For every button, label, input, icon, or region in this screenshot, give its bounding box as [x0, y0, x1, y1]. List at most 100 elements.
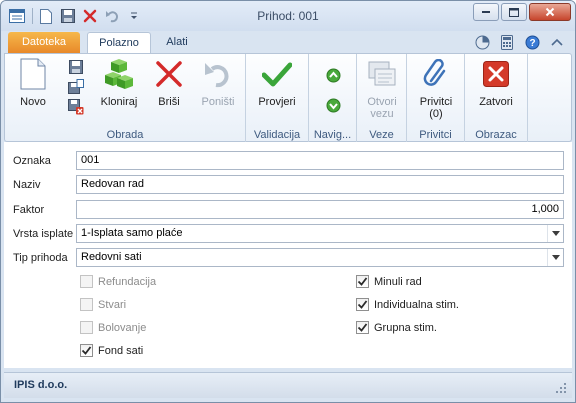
provjeri-button[interactable]: Provjeri: [252, 58, 302, 108]
faktor-label: Faktor: [13, 204, 45, 216]
group-veze-label: Veze: [369, 129, 394, 141]
chevron-down-icon[interactable]: [547, 225, 563, 242]
individualna-stim-checkbox[interactable]: Individualna stim.: [356, 298, 459, 311]
kloniraj-button[interactable]: Kloniraj: [96, 58, 142, 108]
otvori-vezu-label-2: vezu: [370, 108, 394, 120]
group-obrazac: Zatvori Obrazac: [465, 54, 528, 143]
clone-cubes-icon: [103, 58, 135, 90]
group-obrazac-label: Obrazac: [475, 129, 517, 141]
fond-sati-label: Fond sati: [98, 344, 144, 357]
checkmark-icon: [357, 300, 368, 309]
help-icon[interactable]: ?: [524, 34, 540, 50]
individualna-stim-label: Individualna stim.: [374, 298, 459, 311]
checkbox-box: [80, 298, 93, 311]
minuli-rad-label: Minuli rad: [374, 275, 422, 288]
grupna-stim-checkbox[interactable]: Grupna stim.: [356, 321, 437, 334]
group-validacija-label: Validacija: [253, 129, 301, 141]
close-window-button[interactable]: [529, 3, 571, 21]
pie-chart-icon[interactable]: [474, 34, 490, 50]
oznaka-label: Oznaka: [13, 155, 51, 167]
checkbox-box[interactable]: [80, 344, 93, 357]
privitci-button[interactable]: Privitci (0): [413, 58, 459, 120]
naziv-field[interactable]: Redovan rad: [76, 175, 564, 194]
refundacija-label: Refundacija: [98, 275, 157, 288]
maximize-button[interactable]: [501, 3, 527, 21]
bolovanje-label: Bolovanje: [98, 321, 147, 334]
group-obrada: Novo Kloniraj Briši Poništi Obrada: [5, 54, 246, 143]
svg-text:?: ?: [529, 38, 535, 49]
provjeri-label: Provjeri: [258, 96, 296, 108]
tab-polazno[interactable]: Polazno: [87, 32, 151, 53]
naziv-label: Naziv: [13, 179, 41, 191]
ponisti-button: Poništi: [195, 58, 241, 108]
vrsta-isplate-value: 1-Isplata samo plaće: [81, 227, 183, 239]
vrsta-isplate-label: Vrsta isplate: [13, 228, 74, 240]
tip-prihoda-select[interactable]: Redovni sati: [76, 248, 564, 267]
linked-documents-icon: [366, 58, 398, 90]
zatvori-label: Zatvori: [479, 96, 513, 108]
kloniraj-label: Kloniraj: [100, 96, 138, 108]
company-name: IPIS d.o.o.: [14, 379, 68, 391]
checkbox-box[interactable]: [356, 275, 369, 288]
save-and-close-button[interactable]: [67, 98, 85, 116]
otvori-vezu-label-1: Otvori: [367, 96, 397, 108]
zatvori-button[interactable]: Zatvori: [471, 58, 521, 108]
checkmark-icon: [357, 277, 368, 286]
chevron-down-icon[interactable]: [547, 249, 563, 266]
ribbon: Novo Kloniraj Briši Poništi Obrada Provj…: [4, 53, 572, 143]
novo-button[interactable]: Novo: [11, 58, 55, 108]
checkbox-box[interactable]: [356, 298, 369, 311]
group-navigacija-label: Navig...: [313, 129, 352, 141]
calculator-icon[interactable]: [499, 34, 515, 50]
tab-alati[interactable]: Alati: [157, 32, 197, 53]
checkmark-icon: [357, 323, 368, 332]
window: Prihod: 001 Datoteka Polazno Alati ? Nov…: [0, 0, 576, 403]
save-new-icon: [68, 79, 84, 94]
arrow-down-icon: [326, 98, 340, 112]
checkmark-icon: [261, 58, 293, 90]
group-navigacija: Navig...: [309, 54, 357, 143]
otvori-vezu-button: Otvori vezu: [360, 58, 404, 120]
status-bar: IPIS d.o.o.: [4, 372, 572, 398]
save-icon: [69, 60, 83, 74]
navigate-down-button[interactable]: [324, 96, 342, 114]
group-privitci-label: Privitci: [419, 129, 452, 141]
ribbon-tabs: Datoteka Polazno Alati ?: [1, 31, 575, 53]
save-and-new-button[interactable]: [67, 78, 85, 96]
checkbox-box[interactable]: [356, 321, 369, 334]
group-validacija: Provjeri Validacija: [246, 54, 309, 143]
window-controls: [471, 3, 571, 21]
stvari-label: Stvari: [98, 298, 127, 311]
undo-icon: [202, 58, 234, 90]
tab-file[interactable]: Datoteka: [8, 32, 80, 53]
stvari-checkbox: Stvari: [80, 298, 126, 311]
bolovanje-checkbox: Bolovanje: [80, 321, 146, 334]
brisi-label: Briši: [158, 96, 180, 108]
brisi-button[interactable]: Briši: [149, 58, 189, 108]
oznaka-field[interactable]: 001: [76, 151, 564, 170]
title-bar: Prihod: 001: [1, 1, 575, 31]
group-veze: Otvori vezu Veze: [357, 54, 407, 143]
collapse-ribbon-icon[interactable]: [549, 34, 565, 50]
vrsta-isplate-select[interactable]: 1-Isplata samo plaće: [76, 224, 564, 243]
delete-x-icon: [153, 58, 185, 90]
save-close-icon: [68, 99, 84, 115]
new-document-icon: [17, 58, 49, 90]
close-form-icon: [480, 58, 512, 90]
resize-grip-icon[interactable]: [556, 383, 566, 393]
save-small-button[interactable]: [67, 58, 85, 76]
arrow-up-icon: [326, 68, 340, 82]
minuli-rad-checkbox[interactable]: Minuli rad: [356, 275, 422, 288]
grupna-stim-label: Grupna stim.: [374, 321, 437, 334]
ponisti-label: Poništi: [201, 96, 235, 108]
form-area: Oznaka 001 Naziv Redovan rad Faktor 1,00…: [4, 142, 572, 368]
faktor-field[interactable]: 1,000: [76, 200, 564, 219]
privitci-label-2: (0): [429, 108, 443, 120]
fond-sati-checkbox[interactable]: Fond sati: [80, 344, 143, 357]
tip-prihoda-value: Redovni sati: [81, 251, 142, 263]
tab-row-icons: ?: [465, 34, 565, 50]
navigate-up-button[interactable]: [324, 66, 342, 84]
checkmark-icon: [81, 346, 92, 355]
minimize-button[interactable]: [473, 3, 499, 21]
refundacija-checkbox: Refundacija: [80, 275, 156, 288]
